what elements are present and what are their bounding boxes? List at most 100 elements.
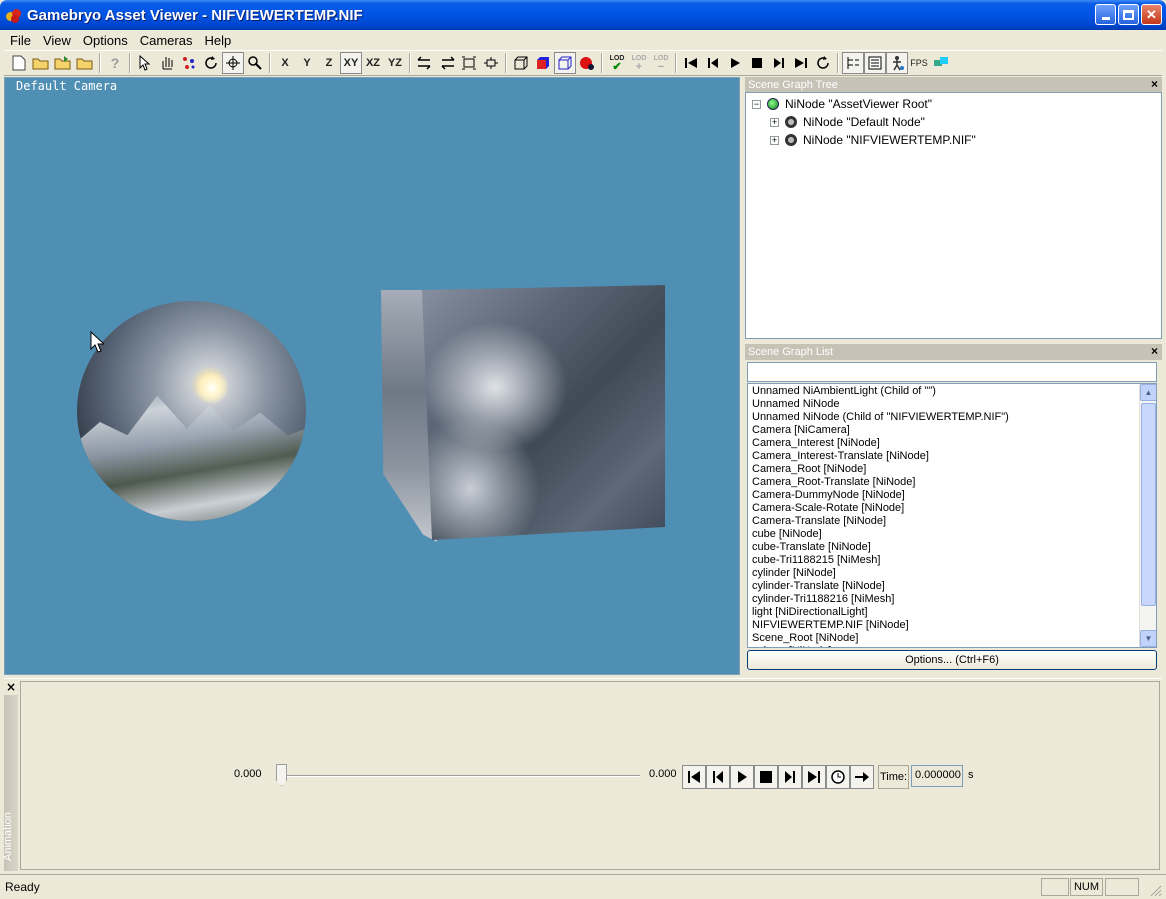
open-recent-icon[interactable]	[74, 52, 96, 74]
minimize-button[interactable]	[1095, 4, 1116, 25]
chrome-sphere-object[interactable]	[77, 301, 306, 521]
anim-loop-mode-button[interactable]	[850, 765, 874, 789]
axis-z-button[interactable]: Z	[318, 52, 340, 74]
translate-icon[interactable]	[222, 52, 244, 74]
list-item[interactable]: Scene_Root [NiNode]	[748, 632, 1156, 645]
app-icon[interactable]	[6, 7, 22, 23]
expand-icon[interactable]: +	[770, 135, 779, 145]
shaded-cube-icon[interactable]	[554, 52, 576, 74]
prev-frame-icon[interactable]	[702, 52, 724, 74]
first-frame-icon[interactable]	[680, 52, 702, 74]
pan-hand-icon[interactable]	[156, 52, 178, 74]
swap-right-icon[interactable]	[436, 52, 458, 74]
screenshot-icon[interactable]	[930, 52, 952, 74]
collapse-icon[interactable]: −	[752, 99, 761, 109]
list-item[interactable]: Camera_Root [NiNode]	[748, 463, 1156, 476]
menu-options[interactable]: Options	[77, 33, 134, 48]
list-item[interactable]: cube-Tri1188215 [NiMesh]	[748, 554, 1156, 567]
scene-list-scrollbar[interactable]: ▲ ▼	[1139, 384, 1156, 647]
list-item[interactable]: NIFVIEWERTEMP.NIF [NiNode]	[748, 619, 1156, 632]
list-item[interactable]: Camera-Translate [NiNode]	[748, 515, 1156, 528]
anim-first-button[interactable]	[682, 765, 706, 789]
animation-sidebar-tab[interactable]: Animation	[2, 695, 18, 871]
timeline-slider-thumb[interactable]	[276, 764, 287, 786]
scene-tree-close-button[interactable]: ×	[1151, 77, 1158, 91]
plane-xy-button[interactable]: XY	[340, 52, 362, 74]
list-item[interactable]: cube [NiNode]	[748, 528, 1156, 541]
anim-play-button[interactable]	[730, 765, 754, 789]
lod-plus-icon[interactable]: LOD +	[628, 52, 650, 74]
list-item[interactable]: cylinder [NiNode]	[748, 567, 1156, 580]
plane-yz-button[interactable]: YZ	[384, 52, 406, 74]
list-item[interactable]: Camera_Interest [NiNode]	[748, 437, 1156, 450]
open-folder-icon[interactable]	[30, 52, 52, 74]
list-item[interactable]: cylinder-Tri1188216 [NiMesh]	[748, 593, 1156, 606]
anim-clock-button[interactable]	[826, 765, 850, 789]
zoom-extents-icon[interactable]	[480, 52, 502, 74]
animation-close-button[interactable]: ×	[6, 680, 16, 694]
list-item[interactable]: cylinder-Translate [NiNode]	[748, 580, 1156, 593]
scene-list-close-button[interactable]: ×	[1151, 344, 1158, 358]
fps-icon[interactable]: FPS	[908, 52, 930, 74]
list-item[interactable]: light [NiDirectionalLight]	[748, 606, 1156, 619]
tree-node-nif[interactable]: + NiNode "NIFVIEWERTEMP.NIF"	[770, 131, 976, 149]
axis-x-button[interactable]: X	[274, 52, 296, 74]
list-item[interactable]: Unnamed NiNode	[748, 398, 1156, 411]
fit-view-icon[interactable]	[458, 52, 480, 74]
help-icon[interactable]: ?	[104, 52, 126, 74]
tree-node-default[interactable]: + NiNode "Default Node"	[770, 113, 925, 131]
rotate-icon[interactable]	[200, 52, 222, 74]
animation-toggle-icon[interactable]	[886, 52, 908, 74]
list-item[interactable]: sphere [NiNode]	[748, 645, 1156, 647]
list-item[interactable]: Camera-Scale-Rotate [NiNode]	[748, 502, 1156, 515]
scrollbar-thumb[interactable]	[1141, 403, 1156, 606]
expand-icon[interactable]: +	[770, 117, 779, 127]
time-input[interactable]: 0.000000	[911, 765, 963, 787]
solid-cube-icon[interactable]	[532, 52, 554, 74]
anim-stop-button[interactable]	[754, 765, 778, 789]
scene-tree-toggle-icon[interactable]	[842, 52, 864, 74]
open-asset-icon[interactable]	[52, 52, 74, 74]
last-frame-icon[interactable]	[790, 52, 812, 74]
lod-minus-icon[interactable]: LOD −	[650, 52, 672, 74]
tree-node-root[interactable]: − NiNode "AssetViewer Root"	[752, 95, 932, 113]
new-file-icon[interactable]	[8, 52, 30, 74]
list-item[interactable]: Unnamed NiAmbientLight (Child of "")	[748, 385, 1156, 398]
list-item[interactable]: Camera-DummyNode [NiNode]	[748, 489, 1156, 502]
scene-list-filter-input[interactable]	[747, 362, 1157, 382]
list-item[interactable]: Camera_Interest-Translate [NiNode]	[748, 450, 1156, 463]
list-item[interactable]: Camera_Root-Translate [NiNode]	[748, 476, 1156, 489]
list-item[interactable]: cube-Translate [NiNode]	[748, 541, 1156, 554]
loop-icon[interactable]	[812, 52, 834, 74]
wireframe-cube-icon[interactable]	[510, 52, 532, 74]
menu-help[interactable]: Help	[198, 33, 237, 48]
menu-view[interactable]: View	[37, 33, 77, 48]
scene-graph-tree[interactable]: − NiNode "AssetViewer Root" + NiNode "De…	[745, 92, 1162, 339]
zoom-icon[interactable]	[244, 52, 266, 74]
scroll-up-icon[interactable]: ▲	[1140, 384, 1156, 401]
anim-last-button[interactable]	[802, 765, 826, 789]
swap-left-icon[interactable]	[414, 52, 436, 74]
resize-grip-icon[interactable]	[1150, 885, 1162, 897]
close-button[interactable]: ✕	[1141, 4, 1162, 25]
scene-graph-list[interactable]: Unnamed NiAmbientLight (Child of "") Unn…	[747, 383, 1157, 648]
options-button[interactable]: Options... (Ctrl+F6)	[747, 650, 1157, 670]
textured-cube-object[interactable]	[422, 285, 665, 540]
list-item[interactable]: Unnamed NiNode (Child of "NIFVIEWERTEMP.…	[748, 411, 1156, 424]
next-frame-icon[interactable]	[768, 52, 790, 74]
play-icon[interactable]	[724, 52, 746, 74]
anim-next-button[interactable]	[778, 765, 802, 789]
stop-icon[interactable]	[746, 52, 768, 74]
select-arrow-icon[interactable]	[134, 52, 156, 74]
plane-xz-button[interactable]: XZ	[362, 52, 384, 74]
anim-prev-button[interactable]	[706, 765, 730, 789]
list-item[interactable]: Camera [NiCamera]	[748, 424, 1156, 437]
menu-file[interactable]: File	[4, 33, 37, 48]
particles-icon[interactable]	[178, 52, 200, 74]
sphere-light-icon[interactable]	[576, 52, 598, 74]
timeline-slider-track[interactable]	[283, 775, 640, 777]
axis-y-button[interactable]: Y	[296, 52, 318, 74]
scroll-down-icon[interactable]: ▼	[1140, 630, 1156, 647]
maximize-button[interactable]	[1118, 4, 1139, 25]
menu-cameras[interactable]: Cameras	[134, 33, 199, 48]
